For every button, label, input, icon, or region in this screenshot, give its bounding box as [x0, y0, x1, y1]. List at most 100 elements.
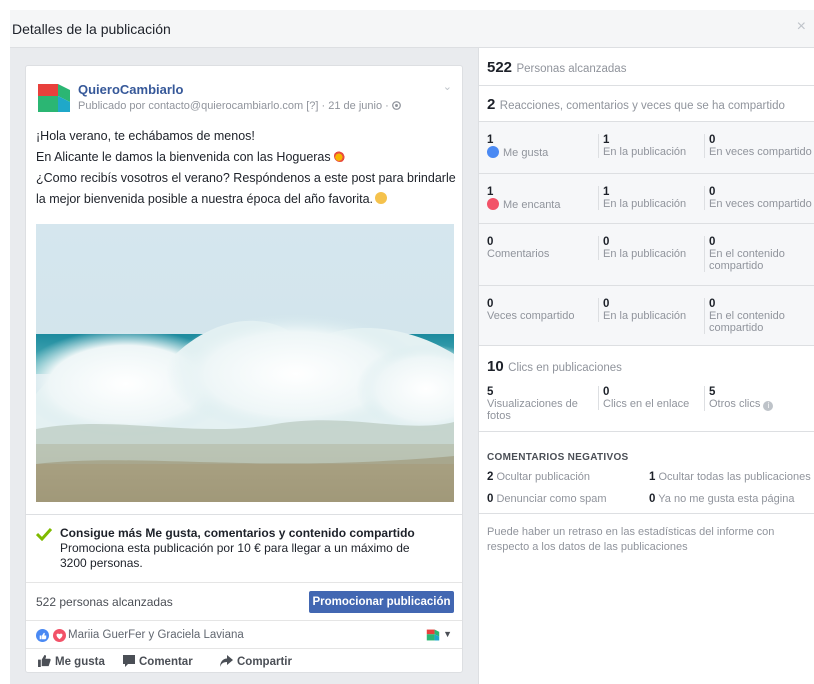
interactions-label: Reacciones, comentarios y veces que se h…	[499, 100, 785, 112]
loves-on-shares: 0 En veces compartido	[704, 186, 814, 210]
reach-bar: 522 personas alcanzadas Promocionar publ…	[26, 582, 462, 620]
likes-total: 1 Me gusta	[487, 134, 599, 159]
post-card: QuieroCambiarlo Publicado por contacto@q…	[25, 65, 463, 673]
link-clicks-label: Clics en el enlace	[603, 398, 690, 410]
link-clicks-number: 0	[603, 386, 610, 398]
spam-number: 0	[487, 493, 494, 505]
post-message: ¡Hola verano, te echábamos de menos! En …	[36, 126, 456, 210]
post-actions: Me gusta Comentar Compartir	[26, 648, 462, 674]
loves-on-post-number: 1	[603, 186, 610, 198]
post-line-1: ¡Hola verano, te echábamos de menos!	[36, 129, 255, 143]
data-delay-note: Puede haber un retraso en las estadístic…	[487, 526, 775, 553]
shares-on-shares-label: En el contenido compartido	[709, 310, 785, 334]
loves-total: 1 Me encanta	[487, 186, 599, 211]
loves-total-number: 1	[487, 186, 494, 198]
reach-stat: 522 Personas alcanzadas	[479, 48, 814, 86]
reaction-icons[interactable]	[36, 629, 67, 647]
likes-on-post-number: 1	[603, 134, 610, 146]
insights-panel: 522 Personas alcanzadas 2 Reacciones, co…	[478, 48, 814, 684]
promotion-suggestion: Consigue más Me gusta, comentarios y con…	[26, 514, 462, 582]
loves-row: 1 Me encanta 1 En la publicación 0 En veces…	[479, 174, 814, 224]
promote-post-button[interactable]: Promocionar publicación	[309, 591, 454, 613]
info-icon[interactable]: i	[763, 401, 774, 411]
reach-number: 522	[487, 59, 513, 76]
party-emoji-icon	[334, 150, 347, 162]
post-details-dialog: Detalles de la publicación × QuieroCambi…	[10, 10, 814, 684]
likes-total-label: Me gusta	[503, 147, 549, 159]
page-logo-icon[interactable]	[36, 80, 72, 116]
divider	[479, 513, 814, 514]
reach-label: Personas alcanzadas	[516, 63, 627, 75]
comment-icon	[123, 655, 135, 667]
photo-views: 5 Visualizaciones de fotos	[487, 386, 599, 422]
likes-on-post-label: En la publicación	[603, 146, 687, 158]
caret-down-icon[interactable]: ▼	[443, 629, 452, 639]
hide-all-label: Ocultar todas las publicaciones	[658, 471, 811, 483]
comments-total-number: 0	[487, 236, 494, 248]
hide-post-stat: 2 Ocultar publicación	[487, 471, 590, 483]
post-preview-panel: QuieroCambiarlo Publicado por contacto@q…	[10, 48, 478, 684]
comments-on-post-label: En la publicación	[603, 248, 687, 260]
smile-emoji-icon	[375, 192, 388, 204]
shares-on-post-number: 0	[603, 298, 610, 310]
post-line-2: En Alicante le damos la bienvenida con l…	[36, 147, 456, 168]
likes-total-number: 1	[487, 134, 494, 146]
like-button[interactable]: Me gusta	[38, 655, 105, 668]
post-photo[interactable]	[36, 224, 454, 502]
likes-on-shares-label: En veces compartido	[709, 146, 812, 158]
close-icon[interactable]: ×	[797, 18, 806, 36]
hide-all-stat: 1 Ocultar todas las publicaciones	[649, 471, 811, 483]
post-meta: Publicado por contacto@quierocambiarlo.c…	[78, 100, 401, 112]
shares-on-post-label: En la publicación	[603, 310, 687, 322]
post-line-3: ¿Como recibís vosotros el verano? Respón…	[36, 168, 456, 210]
interactions-number: 2	[487, 96, 496, 113]
photo-views-number: 5	[487, 386, 494, 398]
like-reaction-icon	[36, 629, 49, 642]
share-icon	[220, 655, 233, 667]
shares-on-post: 0 En la publicación	[598, 298, 706, 322]
comment-button[interactable]: Comentar	[123, 655, 193, 668]
like-badge-icon	[487, 146, 499, 158]
likes-row: 1 Me gusta 1 En la publicación 0 En veces c…	[479, 122, 814, 174]
page-name-link[interactable]: QuieroCambiarlo	[78, 82, 183, 97]
clicks-label: Clics en publicaciones	[508, 362, 622, 374]
share-button[interactable]: Compartir	[220, 655, 292, 668]
like-label: Me gusta	[55, 656, 105, 668]
clicks-number: 10	[487, 358, 504, 375]
dialog-title: Detalles de la publicación	[12, 21, 171, 37]
shares-on-shares: 0 En el contenido compartido	[704, 298, 814, 334]
link-clicks: 0 Clics en el enlace	[598, 386, 706, 410]
reactions-summary: Mariia GuerFer y Graciela Laviana ▼	[26, 620, 462, 648]
promo-title: Consigue más Me gusta, comentarios y con…	[60, 526, 415, 540]
post-options-chevron-icon[interactable]: ⌄	[443, 80, 452, 93]
loves-on-shares-number: 0	[709, 186, 716, 198]
love-reaction-icon	[53, 629, 67, 642]
dialog-header: Detalles de la publicación ×	[10, 10, 814, 48]
loves-on-post: 1 En la publicación	[598, 186, 706, 210]
comments-on-post: 0 En la publicación	[598, 236, 706, 260]
shares-total: 0 Veces compartido	[487, 298, 599, 322]
spam-stat: 0 Denunciar como spam	[487, 493, 607, 505]
unlike-label: Ya no me gusta esta página	[658, 493, 795, 505]
shares-on-shares-number: 0	[709, 298, 716, 310]
other-clicks-number: 5	[709, 386, 716, 398]
photo-views-label: Visualizaciones de fotos	[487, 398, 578, 422]
check-icon	[36, 527, 52, 541]
page-avatar-icon[interactable]	[426, 628, 440, 642]
wave-photo-illustration	[36, 224, 454, 502]
reach-summary: 522 personas alcanzadas	[36, 595, 173, 609]
post-header: QuieroCambiarlo Publicado por contacto@q…	[36, 78, 452, 118]
comments-on-post-number: 0	[603, 236, 610, 248]
comments-total: 0 Comentarios	[487, 236, 599, 260]
shares-row: 0 Veces compartido 0 En la publicación 0 En…	[479, 286, 814, 346]
interactions-stat: 2 Reacciones, comentarios y veces que se…	[479, 86, 814, 122]
other-clicks-label: Otros clics	[709, 398, 761, 410]
reactors-names[interactable]: Mariia GuerFer y Graciela Laviana	[68, 629, 244, 641]
loves-on-shares-label: En veces compartido	[709, 198, 812, 210]
comments-on-shares: 0 En el contenido compartido	[704, 236, 814, 272]
comments-total-label: Comentarios	[487, 248, 550, 260]
share-label: Compartir	[237, 656, 292, 668]
negative-feedback-title: COMENTARIOS NEGATIVOS	[487, 452, 629, 463]
shares-total-number: 0	[487, 298, 494, 310]
loves-on-post-label: En la publicación	[603, 198, 687, 210]
